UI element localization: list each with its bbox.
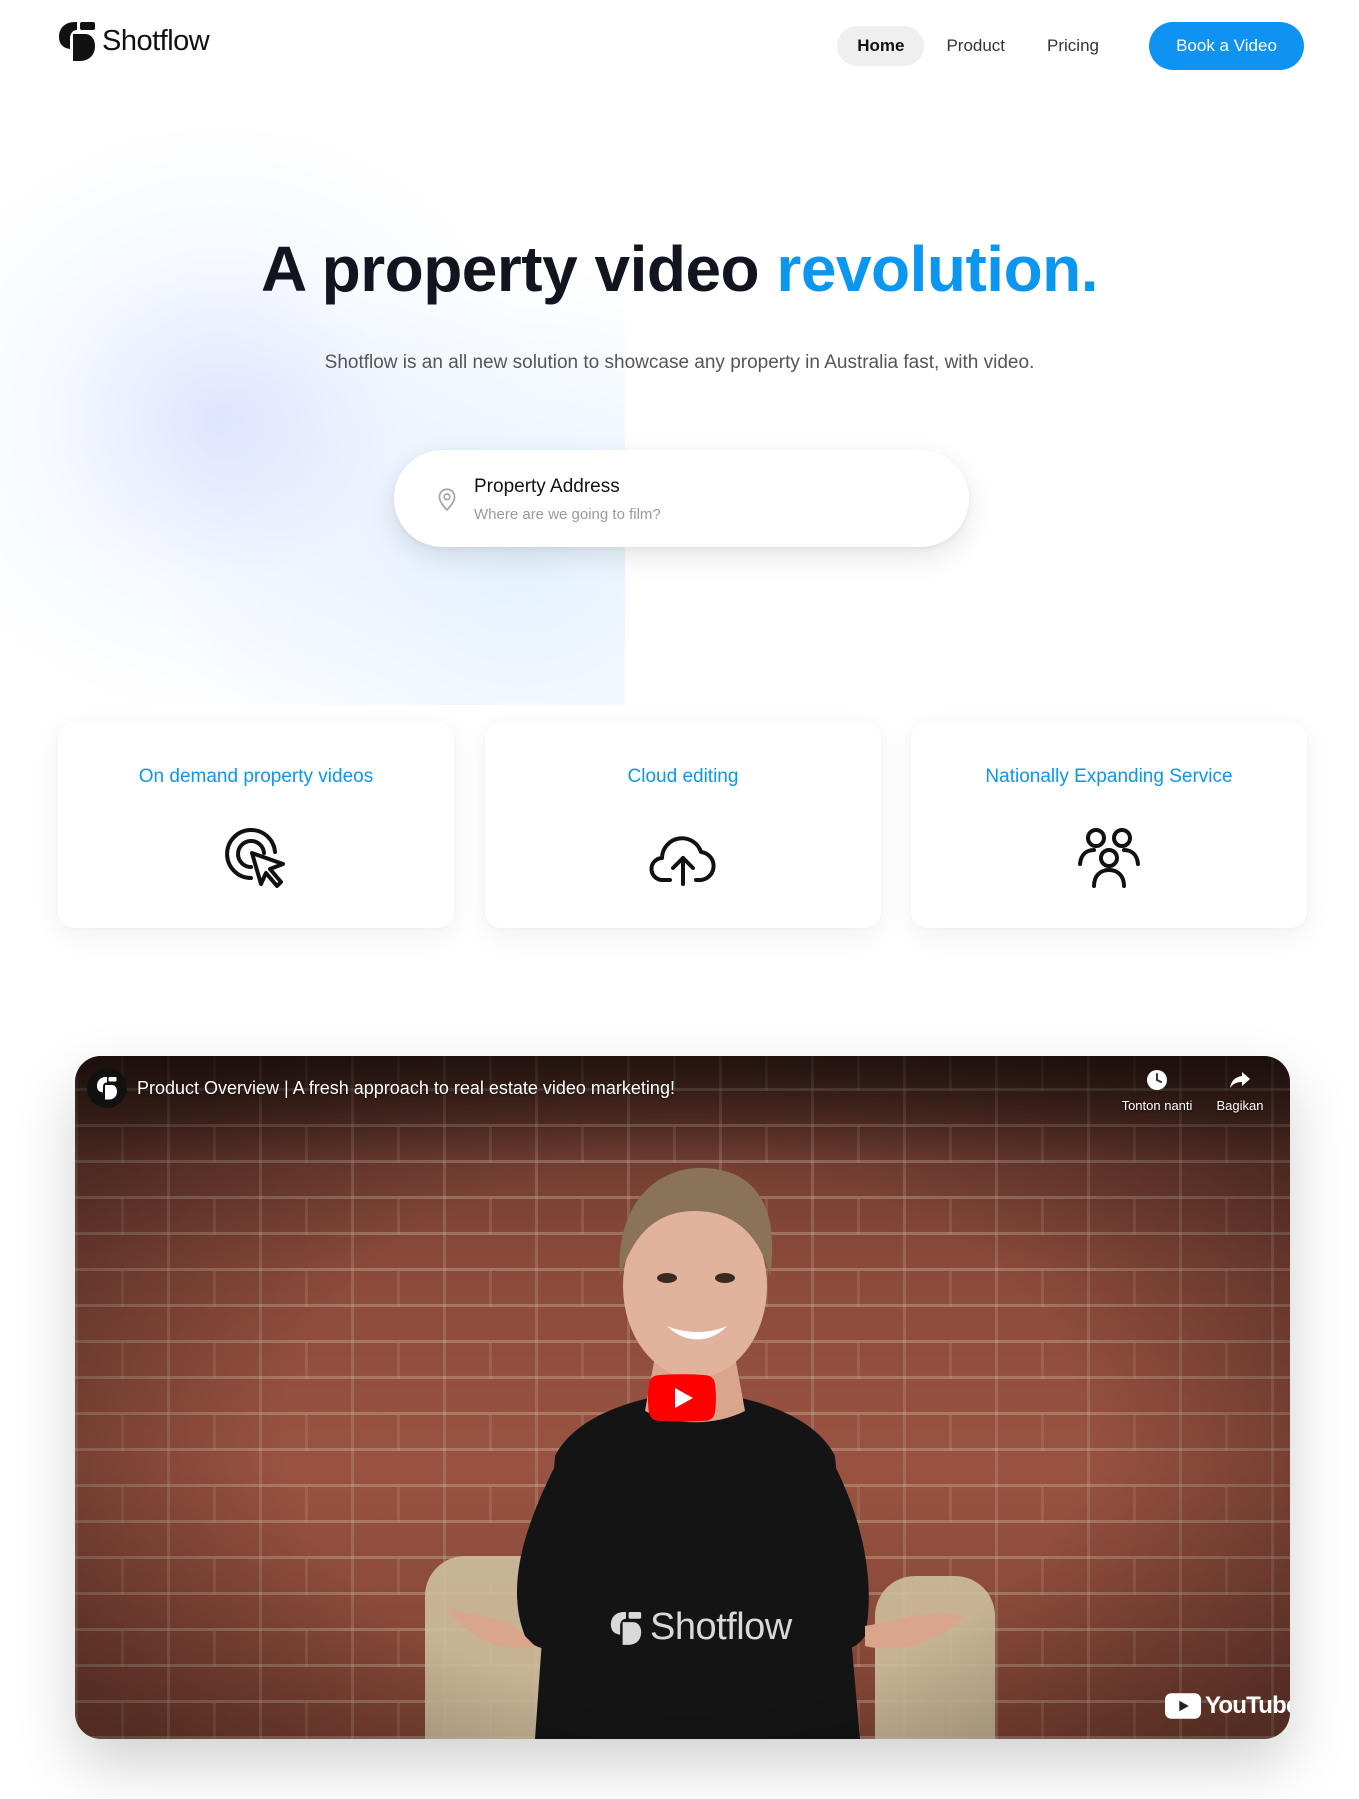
feature-title: On demand property videos bbox=[138, 766, 374, 787]
channel-avatar[interactable] bbox=[87, 1068, 127, 1108]
feature-cards: On demand property videos Cloud editing … bbox=[58, 722, 1307, 928]
nav-links: Home Product Pricing Book a Video bbox=[835, 22, 1304, 70]
search-input[interactable]: Where are we going to film? bbox=[474, 506, 661, 523]
watch-later-label: Tonton nanti bbox=[1121, 1098, 1193, 1113]
youtube-wordmark: YouTube bbox=[1205, 1692, 1290, 1719]
feature-card-cloud-editing: Cloud editing bbox=[485, 722, 881, 928]
cloud-upload-icon bbox=[649, 836, 716, 886]
users-icon bbox=[1078, 828, 1140, 888]
hero-title-main: A property video bbox=[260, 233, 777, 305]
youtube-video-embed[interactable]: Product Overview | A fresh approach to r… bbox=[75, 1056, 1290, 1739]
watch-later-button[interactable]: Tonton nanti bbox=[1115, 1068, 1199, 1113]
book-video-button[interactable]: Book a Video bbox=[1149, 22, 1304, 70]
nav-home[interactable]: Home bbox=[837, 26, 925, 66]
share-button[interactable]: Bagikan bbox=[1205, 1068, 1275, 1113]
search-label: Property Address bbox=[474, 476, 620, 497]
hero-title: A property video revolution. bbox=[0, 232, 1359, 306]
share-label: Bagikan bbox=[1216, 1098, 1264, 1113]
hero-title-accent: revolution. bbox=[776, 233, 1099, 305]
brand-name: Shotflow bbox=[102, 24, 210, 57]
play-icon[interactable] bbox=[648, 1374, 716, 1422]
nav-product[interactable]: Product bbox=[926, 26, 1025, 66]
youtube-logo[interactable]: YouTube bbox=[1165, 1692, 1290, 1720]
page: Shotflow Home Product Pricing Book a Vid… bbox=[0, 0, 1359, 1799]
brand-logo[interactable]: Shotflow bbox=[58, 20, 210, 62]
shotflow-logo-icon bbox=[610, 1611, 642, 1645]
cursor-click-icon bbox=[225, 828, 285, 888]
youtube-play-icon bbox=[1165, 1693, 1201, 1719]
share-arrow-icon bbox=[1230, 1072, 1250, 1088]
background-glow bbox=[0, 90, 625, 705]
feature-card-nationally-expanding: Nationally Expanding Service bbox=[911, 722, 1307, 928]
map-pin-icon bbox=[438, 488, 456, 512]
shirt-logo: Shotflow bbox=[610, 1606, 792, 1649]
shotflow-logo-icon bbox=[59, 22, 95, 61]
feature-title: Nationally Expanding Service bbox=[985, 766, 1233, 787]
top-nav: Shotflow Home Product Pricing Book a Vid… bbox=[0, 0, 1359, 84]
shirt-logo-text: Shotflow bbox=[650, 1606, 792, 1648]
shotflow-logo-icon bbox=[97, 1077, 117, 1100]
nav-pricing[interactable]: Pricing bbox=[1027, 26, 1119, 66]
clock-icon bbox=[1147, 1070, 1167, 1090]
video-title[interactable]: Product Overview | A fresh approach to r… bbox=[137, 1078, 675, 1099]
property-address-search[interactable]: Property Address Where are we going to f… bbox=[394, 450, 969, 547]
feature-card-on-demand: On demand property videos bbox=[58, 722, 454, 928]
feature-title: Cloud editing bbox=[627, 766, 739, 787]
hero-subtitle: Shotflow is an all new solution to showc… bbox=[324, 352, 1035, 373]
